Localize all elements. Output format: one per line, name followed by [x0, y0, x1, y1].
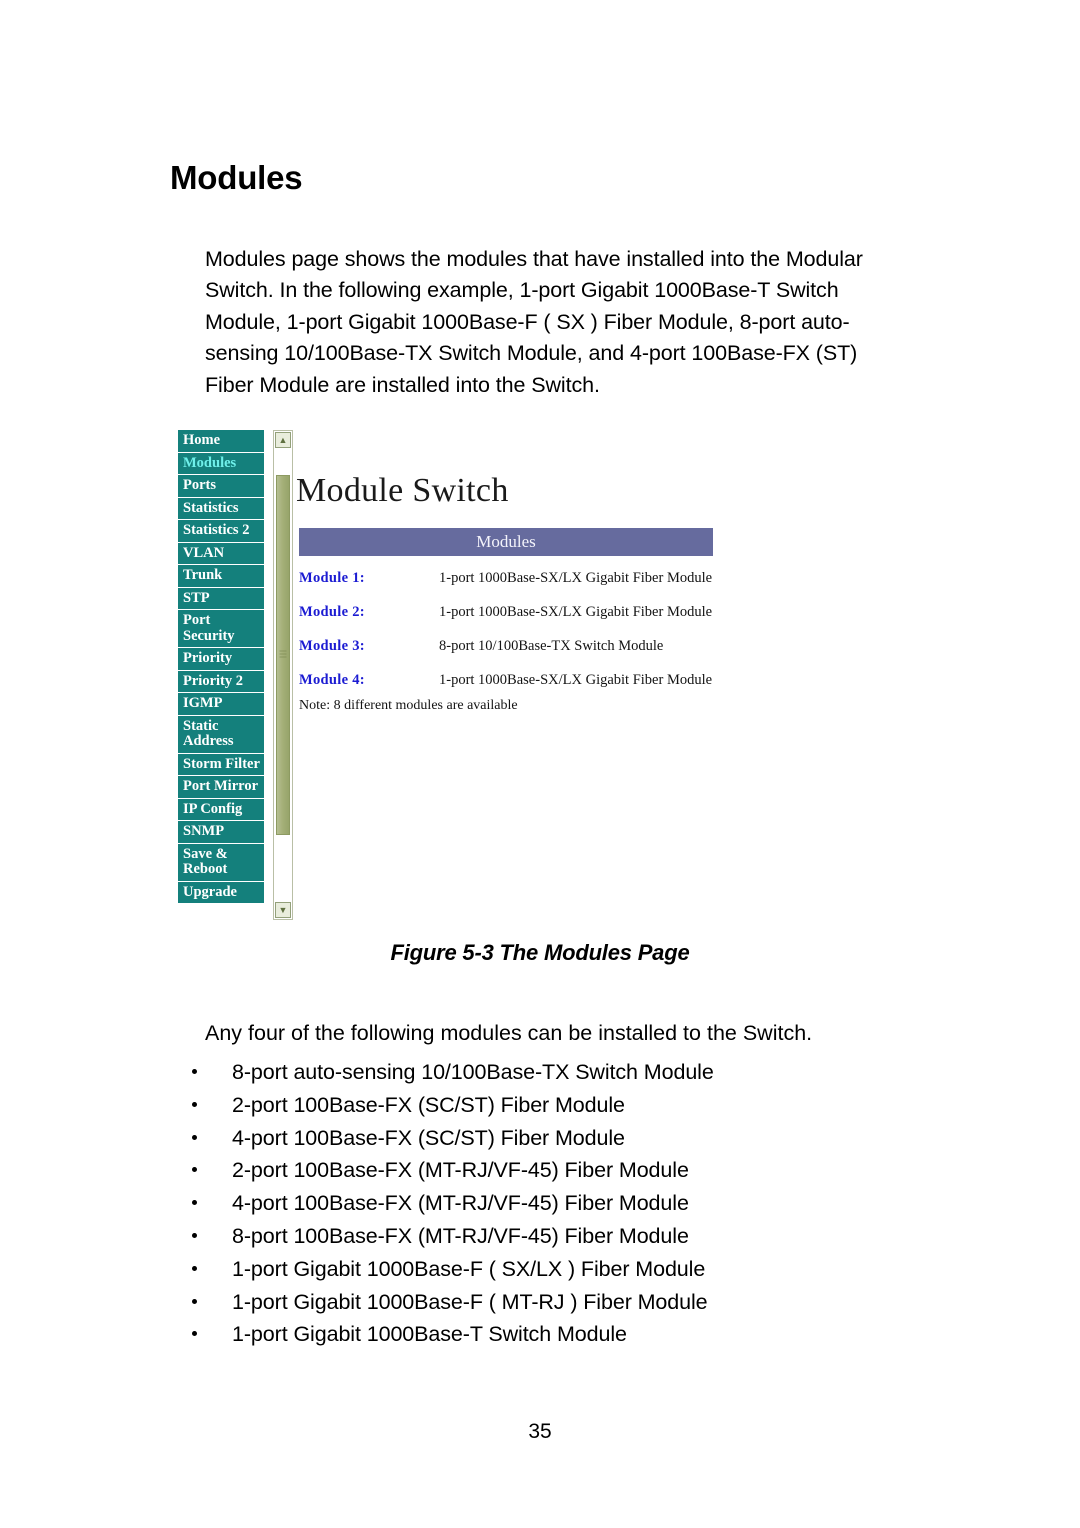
list-item: 2-port 100Base-FX (SC/ST) Fiber Module — [190, 1089, 950, 1122]
sidebar-item-upgrade[interactable]: Upgrade — [178, 881, 264, 904]
module-label: Module 2: — [299, 604, 365, 620]
scroll-down-arrow-icon[interactable]: ▼ — [275, 902, 291, 918]
bullet-icon — [192, 1331, 197, 1337]
list-item-label: 1-port Gigabit 1000Base-T Switch Module — [232, 1322, 627, 1347]
scrollbar-grip-icon — [279, 650, 287, 660]
bullet-icon — [192, 1265, 197, 1271]
sidebar-item-statistics-2[interactable]: Statistics 2 — [178, 520, 264, 543]
list-item: 8-port 100Base-FX (MT-RJ/VF-45) Fiber Mo… — [190, 1220, 950, 1253]
sidebar-item-static-address[interactable]: Static Address — [178, 715, 264, 754]
sidebar-item-save-reboot[interactable]: Save & Reboot — [178, 843, 264, 882]
sidebar-item-priority[interactable]: Priority — [178, 648, 264, 671]
sidebar-item-home[interactable]: Home — [178, 430, 264, 453]
sidebar-item-vlan[interactable]: VLAN — [178, 542, 264, 565]
bullet-icon — [192, 1232, 197, 1238]
list-item-label: 1-port Gigabit 1000Base-F ( MT-RJ ) Fibe… — [232, 1289, 708, 1314]
lead-in-line: Any four of the following modules can be… — [205, 1020, 813, 1045]
bullet-icon — [192, 1134, 197, 1140]
list-item-label: 1-port Gigabit 1000Base-F ( SX/LX ) Fibe… — [232, 1256, 706, 1281]
sidebar-item-modules[interactable]: Modules — [178, 452, 264, 475]
module-value: 8-port 10/100Base-TX Switch Module — [439, 638, 664, 654]
module-row: Module 1: 1-port 1000Base-SX/LX Gigabit F… — [299, 570, 719, 587]
list-item: 1-port Gigabit 1000Base-F ( MT-RJ ) Fibe… — [190, 1286, 950, 1319]
bullet-icon — [192, 1167, 197, 1173]
module-label: Module 4: — [299, 672, 365, 688]
module-row: Module 4: 1-port 1000Base-SX/LX Gigabit F… — [299, 672, 719, 689]
list-item-label: 2-port 100Base-FX (MT-RJ/VF-45) Fiber Mo… — [232, 1158, 689, 1183]
list-item-label: 4-port 100Base-FX (SC/ST) Fiber Module — [232, 1125, 625, 1150]
list-item: 1-port Gigabit 1000Base-F ( SX/LX ) Fibe… — [190, 1253, 950, 1286]
page-title: Modules — [170, 159, 303, 197]
module-row: Module 3: 8-port 10/100Base-TX Switch Mod… — [299, 638, 719, 655]
app-heading: Module Switch — [296, 472, 509, 509]
app-sidebar: Home Modules Ports Statistics Statistics 2 VL… — [178, 430, 264, 904]
list-item-label: 2-port 100Base-FX (SC/ST) Fiber Module — [232, 1092, 625, 1117]
list-item-label: 8-port auto-sensing 10/100Base-TX Switch… — [232, 1060, 714, 1084]
sidebar-item-snmp[interactable]: SNMP — [178, 821, 264, 844]
list-item: 1-port Gigabit 1000Base-T Switch Module — [190, 1318, 950, 1351]
sidebar-item-igmp[interactable]: IGMP — [178, 693, 264, 716]
bullet-icon — [192, 1298, 197, 1304]
modules-table-header: Modules — [299, 528, 713, 556]
sidebar-item-priority-2[interactable]: Priority 2 — [178, 670, 264, 693]
bullet-icon — [192, 1200, 197, 1206]
figure-caption: Figure 5-3 The Modules Page — [390, 940, 690, 965]
sidebar-item-port-mirror[interactable]: Port Mirror — [178, 776, 264, 799]
sidebar-item-ip-config[interactable]: IP Config — [178, 798, 264, 821]
scroll-up-arrow-icon[interactable]: ▲ — [275, 432, 291, 448]
list-item: 4-port 100Base-FX (MT-RJ/VF-45) Fiber Mo… — [190, 1187, 950, 1220]
bullet-icon — [192, 1069, 197, 1074]
page-number: 35 — [528, 1420, 552, 1443]
list-item: 2-port 100Base-FX (MT-RJ/VF-45) Fiber Mo… — [190, 1154, 950, 1187]
module-label: Module 1: — [299, 570, 365, 586]
intro-paragraph: Modules page shows the modules that have… — [205, 246, 863, 397]
scrollbar-thumb[interactable] — [276, 475, 290, 835]
bullet-icon — [192, 1101, 197, 1107]
modules-note: Note: 8 different modules are available — [299, 698, 518, 713]
document-page: Modules Modules page shows the modules t… — [0, 0, 1080, 1528]
list-item: 4-port 100Base-FX (SC/ST) Fiber Module — [190, 1122, 950, 1155]
sidebar-item-trunk[interactable]: Trunk — [178, 565, 264, 588]
list-item: 8-port auto-sensing 10/100Base-TX Switch… — [190, 1056, 950, 1089]
sidebar-item-storm-filter[interactable]: Storm Filter — [178, 753, 264, 776]
module-row: Module 2: 1-port 1000Base-SX/LX Gigabit F… — [299, 604, 719, 621]
list-item-label: 8-port 100Base-FX (MT-RJ/VF-45) Fiber Mo… — [232, 1223, 689, 1248]
sidebar-item-stp[interactable]: STP — [178, 587, 264, 610]
module-value: 1-port 1000Base-SX/LX Gigabit Fiber Modu… — [439, 570, 713, 586]
module-value: 1-port 1000Base-SX/LX Gigabit Fiber Modu… — [439, 672, 713, 688]
sidebar-item-statistics[interactable]: Statistics — [178, 497, 264, 520]
list-item-label: 4-port 100Base-FX (MT-RJ/VF-45) Fiber Mo… — [232, 1191, 689, 1216]
sidebar-item-port-security[interactable]: Port Security — [178, 610, 264, 648]
module-options-list: 8-port auto-sensing 10/100Base-TX Switch… — [190, 1056, 950, 1351]
module-value: 1-port 1000Base-SX/LX Gigabit Fiber Modu… — [439, 604, 713, 620]
module-label: Module 3: — [299, 638, 365, 654]
sidebar-scrollbar[interactable]: ▲ ▼ — [273, 430, 293, 920]
app-main-panel: Module Switch Modules Module 1: 1-port 10… — [296, 430, 723, 928]
figure-screenshot: Home Modules Ports Statistics Statistics 2 VL… — [178, 430, 723, 928]
sidebar-item-ports[interactable]: Ports — [178, 475, 264, 498]
